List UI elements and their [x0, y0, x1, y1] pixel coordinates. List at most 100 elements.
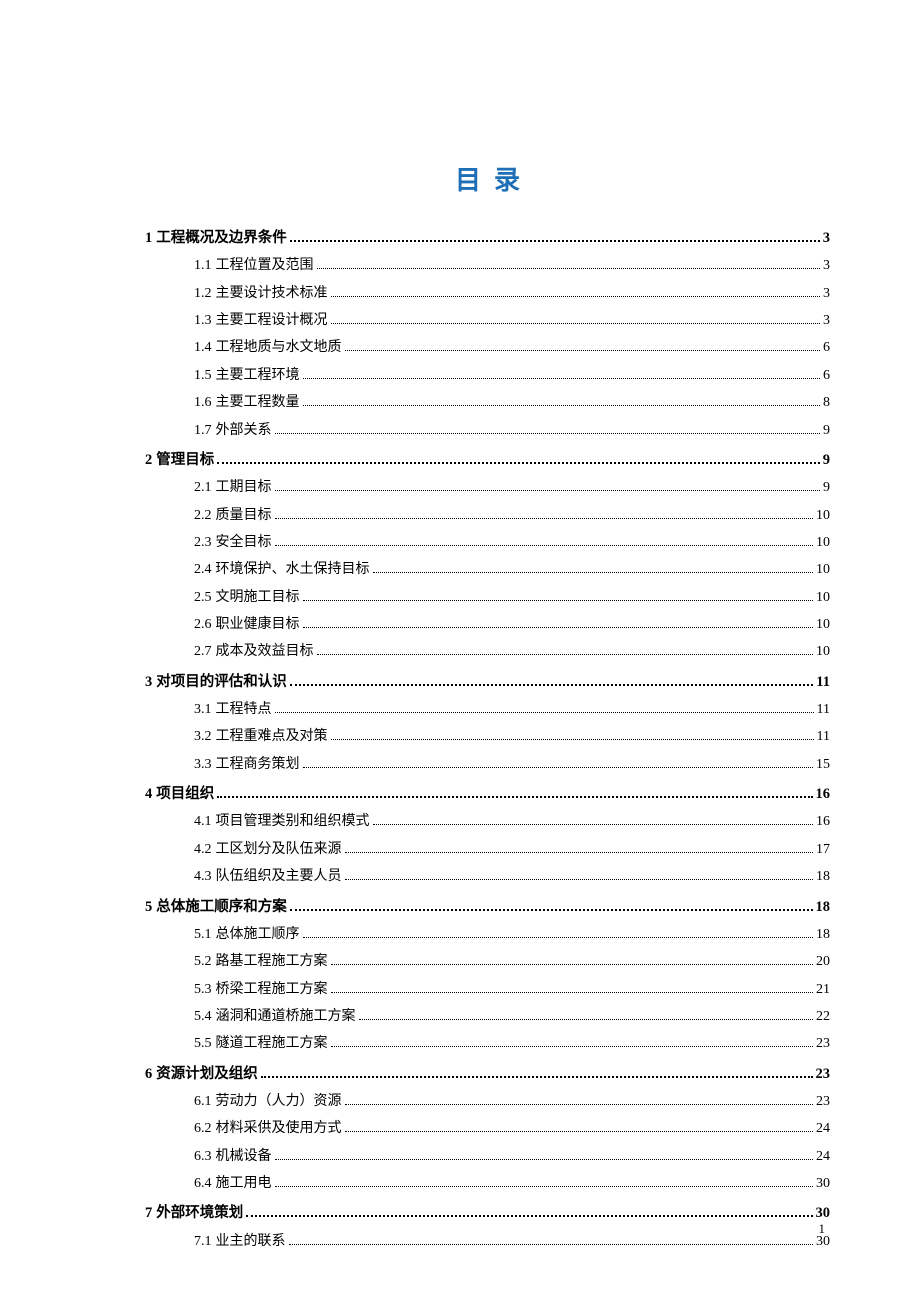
toc-entry-number: 5.2	[194, 951, 212, 973]
toc-entry-page: 20	[816, 951, 830, 973]
toc-entry-label: 桥梁工程施工方案	[216, 979, 328, 1001]
toc-entry[interactable]: 5.1 总体施工顺序18	[145, 924, 830, 946]
toc-entry-label: 业主的联系	[216, 1231, 286, 1253]
toc-entry[interactable]: 5.3 桥梁工程施工方案21	[145, 979, 830, 1001]
toc-entry[interactable]: 5 总体施工顺序和方案18	[145, 896, 830, 919]
toc-entry-page: 6	[823, 365, 830, 387]
toc-entry-label: 工程概况及边界条件	[156, 227, 287, 250]
toc-entry-page: 11	[816, 671, 830, 694]
toc-entry[interactable]: 6.3 机械设备 24	[145, 1146, 830, 1168]
toc-leader-dots	[317, 654, 814, 655]
toc-entry[interactable]: 1.7 外部关系9	[145, 420, 830, 442]
toc-entry-number: 2.3	[194, 532, 212, 554]
toc-entry-number: 7.1	[194, 1231, 212, 1253]
toc-entry-label: 劳动力（人力）资源	[216, 1091, 342, 1113]
toc-entry[interactable]: 4.3 队伍组织及主要人员18	[145, 866, 830, 888]
page-number: 1	[819, 1221, 826, 1237]
toc-entry[interactable]: 1.1 工程位置及范围3	[145, 255, 830, 277]
toc-entry-number: 4.2	[194, 839, 212, 861]
toc-entry[interactable]: 1.2 主要设计技术标准3	[145, 283, 830, 305]
toc-entry-number: 6.3	[194, 1146, 212, 1168]
toc-entry[interactable]: 5.2 路基工程施工方案20	[145, 951, 830, 973]
toc-leader-dots	[303, 405, 821, 406]
toc-entry-label: 主要工程数量	[216, 392, 300, 414]
toc-leader-dots	[246, 1215, 812, 1217]
toc-leader-dots	[331, 1046, 814, 1047]
toc-entry-number: 2.4	[194, 559, 212, 581]
toc-entry-label: 队伍组织及主要人员	[216, 866, 342, 888]
toc-entry[interactable]: 2.1 工期目标9	[145, 477, 830, 499]
toc-entry[interactable]: 6.4 施工用电30	[145, 1173, 830, 1195]
toc-entry[interactable]: 5.5 隧道工程施工方案23	[145, 1033, 830, 1055]
toc-entry[interactable]: 1.4 工程地质与水文地质6	[145, 337, 830, 359]
toc-entry[interactable]: 4.2 工区划分及队伍来源17	[145, 839, 830, 861]
toc-entry[interactable]: 5.4 涵洞和通道桥施工方案22	[145, 1006, 830, 1028]
toc-leader-dots	[275, 545, 814, 546]
toc-entry-number: 1.1	[194, 255, 212, 277]
toc-entry-number: 2.7	[194, 641, 212, 663]
toc-entry-number: 4	[145, 783, 152, 806]
toc-entry[interactable]: 3.3 工程商务策划15	[145, 754, 830, 776]
toc-entry-number: 5.4	[194, 1006, 212, 1028]
toc-entry[interactable]: 6 资源计划及组织23	[145, 1063, 830, 1086]
toc-entry-number: 3.3	[194, 754, 212, 776]
toc-entry-number: 1	[145, 227, 152, 250]
toc-entry-page: 9	[823, 420, 830, 442]
toc-entry[interactable]: 2.2 质量目标10	[145, 505, 830, 527]
toc-leader-dots	[275, 518, 814, 519]
toc-entry-number: 1.2	[194, 283, 212, 305]
toc-entry[interactable]: 6.2 材料采供及使用方式24	[145, 1118, 830, 1140]
toc-entry-page: 24	[816, 1146, 830, 1168]
toc-entry[interactable]: 4.1 项目管理类别和组织模式16	[145, 811, 830, 833]
toc-entry-page: 23	[816, 1033, 830, 1055]
toc-entry-page: 11	[817, 726, 830, 748]
toc-entry-number: 1.4	[194, 337, 212, 359]
toc-entry[interactable]: 2.7 成本及效益目标10	[145, 641, 830, 663]
toc-entry[interactable]: 2.3 安全目标10	[145, 532, 830, 554]
toc-entry-page: 18	[816, 896, 831, 919]
toc-leader-dots	[303, 378, 821, 379]
toc-entry-number: 3.1	[194, 699, 212, 721]
toc-entry-number: 3	[145, 671, 152, 694]
toc-entry-label: 环境保护、水土保持目标	[216, 559, 370, 581]
toc-entry-label: 职业健康目标	[216, 614, 300, 636]
toc-entry[interactable]: 2.5 文明施工目标10	[145, 587, 830, 609]
toc-leader-dots	[275, 490, 821, 491]
toc-entry[interactable]: 3 对项目的评估和认识11	[145, 671, 830, 694]
toc-entry[interactable]: 6.1 劳动力（人力）资源23	[145, 1091, 830, 1113]
toc-entry[interactable]: 1 工程概况及边界条件3	[145, 227, 830, 250]
toc-entry[interactable]: 7 外部环境策划30	[145, 1202, 830, 1225]
toc-entry-label: 隧道工程施工方案	[216, 1033, 328, 1055]
toc-entry-page: 18	[816, 866, 830, 888]
toc-entry[interactable]: 2.4 环境保护、水土保持目标10	[145, 559, 830, 581]
toc-entry-label: 工程位置及范围	[216, 255, 314, 277]
toc-entry-number: 5	[145, 896, 152, 919]
toc-leader-dots	[359, 1019, 814, 1020]
toc-list: 1 工程概况及边界条件31.1 工程位置及范围31.2 主要设计技术标准31.3…	[145, 227, 830, 1253]
toc-leader-dots	[275, 1159, 814, 1160]
toc-leader-dots	[290, 240, 820, 242]
toc-entry-number: 1.7	[194, 420, 212, 442]
toc-leader-dots	[345, 1104, 814, 1105]
toc-entry-number: 1.3	[194, 310, 212, 332]
toc-entry-number: 6.2	[194, 1118, 212, 1140]
toc-entry-page: 11	[817, 699, 830, 721]
toc-entry-number: 6.1	[194, 1091, 212, 1113]
toc-entry-number: 5.1	[194, 924, 212, 946]
toc-entry[interactable]: 2.6 职业健康目标10	[145, 614, 830, 636]
toc-entry-label: 成本及效益目标	[216, 641, 314, 663]
toc-entry[interactable]: 1.6 主要工程数量8	[145, 392, 830, 414]
toc-entry-label: 施工用电	[216, 1173, 272, 1195]
toc-entry[interactable]: 2 管理目标9	[145, 449, 830, 472]
toc-entry[interactable]: 3.1 工程特点11	[145, 699, 830, 721]
toc-entry[interactable]: 1.3 主要工程设计概况3	[145, 310, 830, 332]
toc-entry-label: 安全目标	[216, 532, 272, 554]
toc-entry-label: 工程地质与水文地质	[216, 337, 342, 359]
toc-entry-label: 机械设备	[216, 1146, 272, 1168]
toc-leader-dots	[331, 992, 814, 993]
toc-entry[interactable]: 7.1 业主的联系30	[145, 1231, 830, 1253]
toc-entry[interactable]: 3.2 工程重难点及对策11	[145, 726, 830, 748]
toc-entry-label: 材料采供及使用方式	[216, 1118, 342, 1140]
toc-entry[interactable]: 1.5 主要工程环境6	[145, 365, 830, 387]
toc-entry[interactable]: 4 项目组织16	[145, 783, 830, 806]
